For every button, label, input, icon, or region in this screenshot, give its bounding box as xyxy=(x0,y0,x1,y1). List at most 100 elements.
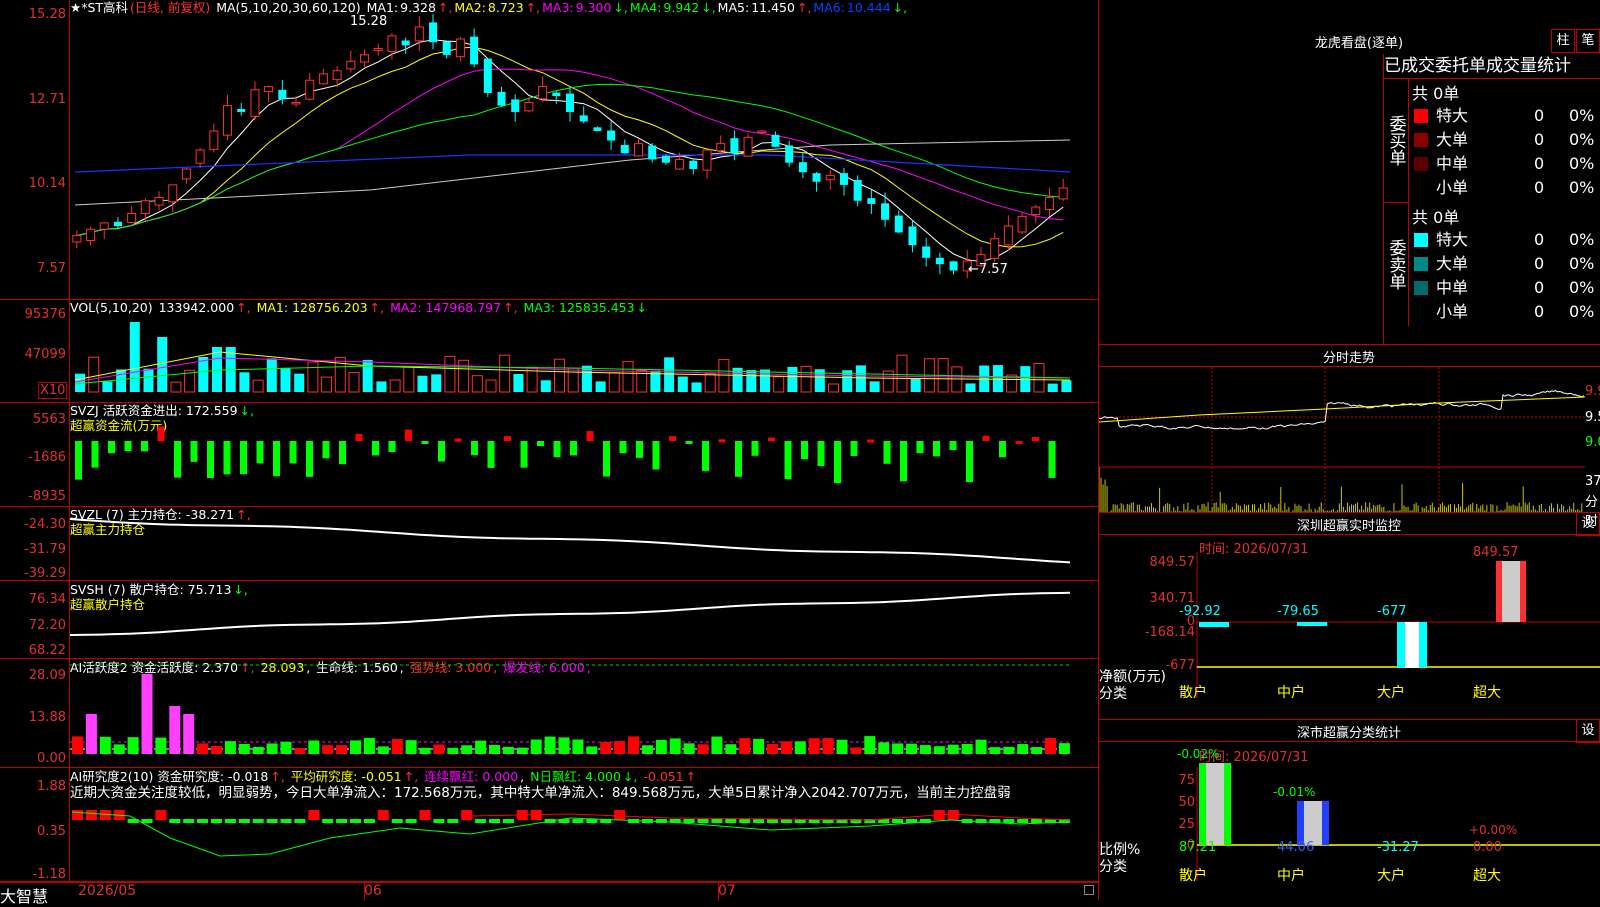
activity-bar xyxy=(391,739,403,754)
bar-mode-button[interactable]: 柱 xyxy=(1551,29,1575,53)
buy-row-3-count: 0 xyxy=(1534,178,1545,197)
vol-bar xyxy=(499,354,511,393)
svzj-panel[interactable]: SVZJ 活跃资金进出: 172.559 ↓, 超赢资金流(万元) 5563 -1… xyxy=(0,403,1098,507)
vol-y2: 47099 xyxy=(24,347,66,362)
app-name: 大智慧 xyxy=(0,887,49,906)
monitor-category-1: 中户 xyxy=(1277,685,1305,701)
dragon-panel[interactable]: 龙虎看盘(逐单) 柱 笔 已成交委托单成交量统计 委买单 共 0单 特大 0 0% 大… xyxy=(1099,0,1600,345)
kline-chart[interactable] xyxy=(70,0,1098,300)
classify-category-2: 大户 xyxy=(1377,868,1405,884)
tick-mode-button[interactable]: 笔 xyxy=(1576,29,1600,53)
svsh-chart xyxy=(70,591,1071,636)
candle-up xyxy=(318,73,328,85)
mon-bar-mid xyxy=(1297,622,1327,626)
ai1-y1: 28.09 xyxy=(28,668,66,683)
vol-bar xyxy=(951,366,963,393)
svzj-y3: -8935 xyxy=(28,489,66,504)
vol-bar xyxy=(280,367,291,392)
vol-bar xyxy=(348,372,360,393)
monitor-category-2: 大户 xyxy=(1377,685,1405,701)
monitor-panel[interactable]: 深圳超赢实时监控 设 时间: 2026/07/31 849.57 340.71 … xyxy=(1099,512,1600,720)
classify-category-0: 散户 xyxy=(1179,868,1207,884)
flow-bar xyxy=(339,441,346,465)
dragon-tabs[interactable]: 已成交委托单成交量统计 xyxy=(1384,54,1600,79)
research-bar xyxy=(502,819,514,823)
activity-bar xyxy=(502,746,514,754)
flow-bar xyxy=(355,433,363,441)
svsh-y3: 68.22 xyxy=(28,643,66,658)
classify-value-0: 87.21 xyxy=(1179,840,1217,855)
candle-down xyxy=(607,130,616,141)
vol-bar xyxy=(965,383,976,392)
flow-bar xyxy=(834,441,841,483)
sell-row-1-count: 0 xyxy=(1534,254,1545,273)
activity-bar xyxy=(516,747,528,754)
vol-bar xyxy=(540,380,551,392)
sell-row-2-count: 0 xyxy=(1534,278,1545,297)
buy-row-0-name: 特大 xyxy=(1436,106,1469,125)
y-label-2: 12.71 xyxy=(28,92,66,107)
research-bar xyxy=(767,819,778,823)
flow-bar xyxy=(91,441,99,468)
flow-bar xyxy=(850,441,858,456)
dragon-title: 龙虎看盘(逐单) xyxy=(1314,36,1404,51)
research-bar xyxy=(308,810,320,820)
candle-down xyxy=(511,99,520,112)
candle-down xyxy=(442,41,451,55)
ts-avg-line xyxy=(1099,396,1585,423)
research-bar xyxy=(197,819,209,823)
timeshare-panel[interactable]: 分时走势 9.99 9.54 9.09 3774 分时 xyxy=(1099,344,1600,529)
sell-row-3-count: 0 xyxy=(1534,302,1545,321)
candle-down xyxy=(470,36,479,65)
vol-panel[interactable]: VOL(5,10,20) 133942.000 ↑, MA1: 128756.20… xyxy=(0,300,1098,403)
candle-up xyxy=(346,60,356,70)
sell-row-3-pct: 0% xyxy=(1569,302,1595,321)
research-bar xyxy=(238,819,250,823)
activity-bar xyxy=(377,746,389,754)
buy-row-0-count: 0 xyxy=(1534,106,1545,125)
svzj-y2: -1686 xyxy=(28,450,66,465)
activity-bar xyxy=(683,743,695,754)
svzl-panel[interactable]: SVZL (7) 主力持仓: -38.271 ↑, 超赢主力持仓 -24.30 -… xyxy=(0,507,1098,581)
flow-bar xyxy=(718,439,726,443)
research-bar xyxy=(475,819,487,823)
research-bar xyxy=(711,819,723,823)
classify-panel[interactable]: 深市超赢分类统计 设 时间: 2026/07/31 75 50 25 0 比例%… xyxy=(1099,719,1600,900)
ai-activity-panel[interactable]: AI活跃度2 资金活跃度: 2.370 ↑, 28.093, 生命线: 1.560… xyxy=(0,659,1098,768)
vol-bar xyxy=(307,361,319,393)
y-label-1: 15.28 xyxy=(28,7,66,22)
flow-bar xyxy=(999,441,1006,458)
activity-bar xyxy=(155,737,167,754)
activity-bar xyxy=(238,743,250,754)
monitor-value-3: 849.57 xyxy=(1473,545,1519,560)
research-bar xyxy=(169,819,181,823)
lock-icon[interactable] xyxy=(1084,885,1094,895)
flow-bar xyxy=(652,441,660,470)
candle-down xyxy=(771,134,780,147)
ai-research-panel[interactable]: AI研究度2(10) 资金研究度: -0.018 ↑, 平均研究度: -0.051… xyxy=(0,768,1098,882)
svsh-panel[interactable]: SVSH (7) 散户持仓: 75.713 ↓, 超赢散户持仓 76.34 72.… xyxy=(0,581,1098,659)
research-bar xyxy=(211,819,222,823)
candle-up xyxy=(414,26,424,42)
vol-bar xyxy=(910,378,921,392)
activity-bar xyxy=(655,739,667,754)
vol-bar xyxy=(677,376,688,392)
timeshare-title: 分时走势 xyxy=(1322,351,1375,366)
candle-down xyxy=(593,127,602,131)
activity-bar xyxy=(197,743,209,754)
candle-up xyxy=(140,200,150,214)
candle-up xyxy=(99,222,109,230)
candle-down xyxy=(935,257,944,265)
buy-row-1-pct: 0% xyxy=(1569,130,1595,149)
activity-bar xyxy=(725,744,737,754)
svzj-chart xyxy=(75,426,1056,483)
flow-bar xyxy=(702,441,709,471)
candle-down xyxy=(552,92,561,97)
candle-up xyxy=(72,235,82,243)
activity-bar xyxy=(308,740,320,754)
buy-row-2-count: 0 xyxy=(1534,154,1545,173)
kline-panel[interactable]: ★*ST高科 (日线, 前复权) MA(5,10,20,30,60,120) MA… xyxy=(0,0,1098,300)
research-bar xyxy=(489,819,500,823)
sell-row-1-pct: 0% xyxy=(1569,254,1595,273)
flow-bar xyxy=(124,441,132,452)
